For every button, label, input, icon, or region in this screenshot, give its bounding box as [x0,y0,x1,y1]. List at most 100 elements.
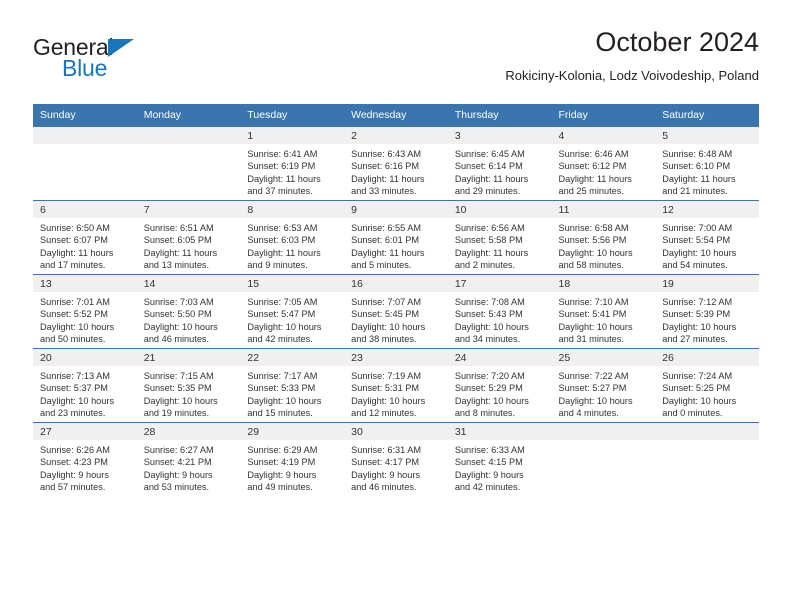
day-number [551,423,656,440]
day-cell-empty [33,126,137,201]
day-cell[interactable]: 19 Sunrise: 7:12 AM Sunset: 5:39 PM Dayligh… [655,274,759,349]
day-cell[interactable]: 14 Sunrise: 7:03 AM Sunset: 5:50 PM Dayligh… [136,274,241,349]
sunrise-text: Sunrise: 7:19 AM [351,371,422,381]
day-details: Sunrise: 7:20 AM Sunset: 5:29 PM Daylight:… [448,366,552,420]
daylight-text: Daylight: 11 hours [351,247,425,258]
daylight-text: Daylight: 9 hours [351,469,421,480]
sunset-text: Sunset: 5:56 PM [558,235,627,246]
day-number: 1 [240,127,345,144]
sunset-text: Sunset: 4:21 PM [143,457,212,468]
sunrise-text: Sunrise: 6:27 AM [143,445,214,455]
daylight-text: Daylight: 10 hours [247,321,322,332]
day-details: Sunrise: 7:07 AM Sunset: 5:45 PM Daylight:… [344,292,448,346]
day-details: Sunrise: 6:56 AM Sunset: 5:58 PM Daylight:… [448,218,552,272]
day-cell[interactable]: 2 Sunrise: 6:43 AM Sunset: 6:16 PM Daylight… [344,126,448,201]
daylight-text: Daylight: 11 hours [351,173,425,184]
day-cell[interactable]: 26 Sunrise: 7:24 AM Sunset: 5:25 PM Dayligh… [655,348,759,423]
daylight-text-cont: and 4 minutes. [558,408,619,419]
day-cell[interactable]: 15 Sunrise: 7:05 AM Sunset: 5:47 PM Dayligh… [240,274,345,349]
day-cell[interactable]: 9 Sunrise: 6:55 AM Sunset: 6:01 PM Daylight… [344,200,448,275]
daylight-text: Daylight: 9 hours [143,469,213,480]
daylight-text-cont: and 54 minutes. [662,260,728,271]
day-cell[interactable]: 5 Sunrise: 6:48 AM Sunset: 6:10 PM Daylight… [655,126,759,201]
sunset-text: Sunset: 5:35 PM [143,383,212,394]
day-number: 31 [447,423,552,440]
generalblue-logo[interactable]: General Blue [33,34,253,90]
daylight-text-cont: and 25 minutes. [558,186,624,197]
day-number: 30 [344,423,448,440]
daylight-text-cont: and 8 minutes. [454,408,516,419]
day-details [552,440,656,444]
sunset-text: Sunset: 6:12 PM [558,161,627,172]
day-number: 12 [655,201,759,218]
daylight-text-cont: and 42 minutes. [247,334,313,345]
sunset-text: Sunset: 5:52 PM [40,309,108,320]
day-cell[interactable]: 17 Sunrise: 7:08 AM Sunset: 5:43 PM Dayligh… [447,274,552,349]
daylight-text-cont: and 0 minutes. [662,408,723,419]
day-cell[interactable]: 30 Sunrise: 6:31 AM Sunset: 4:17 PM Dayligh… [344,422,448,496]
page-title: October 2024 [595,27,759,57]
daylight-text: Daylight: 10 hours [351,395,426,406]
day-cell[interactable]: 6 Sunrise: 6:50 AM Sunset: 6:07 PM Daylight… [33,200,137,275]
daylight-text-cont: and 2 minutes. [454,260,516,271]
day-cell[interactable]: 1 Sunrise: 6:41 AM Sunset: 6:19 PM Daylight… [240,126,345,201]
sunset-text: Sunset: 5:45 PM [351,309,420,320]
sunset-text: Sunset: 6:16 PM [351,161,420,172]
sunset-text: Sunset: 6:01 PM [351,235,420,246]
week-row: 20 Sunrise: 7:13 AM Sunset: 5:37 PM Dayligh… [33,348,759,423]
sunrise-text: Sunrise: 6:26 AM [40,445,110,455]
day-cell[interactable]: 13 Sunrise: 7:01 AM Sunset: 5:52 PM Dayligh… [33,274,137,349]
day-cell[interactable]: 11 Sunrise: 6:58 AM Sunset: 5:56 PM Dayligh… [551,200,656,275]
day-details: Sunrise: 7:17 AM Sunset: 5:33 PM Daylight:… [240,366,344,420]
day-details: Sunrise: 7:10 AM Sunset: 5:41 PM Daylight:… [552,292,656,346]
sunset-text: Sunset: 5:31 PM [351,383,420,394]
sunrise-text: Sunrise: 6:51 AM [143,223,214,233]
day-number: 4 [551,127,656,144]
sunrise-text: Sunrise: 6:33 AM [454,445,525,455]
day-cell[interactable]: 28 Sunrise: 6:27 AM Sunset: 4:21 PM Dayligh… [136,422,241,496]
daylight-text-cont: and 13 minutes. [143,260,210,271]
sunset-text: Sunset: 4:15 PM [454,457,523,468]
day-details: Sunrise: 6:33 AM Sunset: 4:15 PM Daylight:… [448,440,552,494]
day-cell[interactable]: 23 Sunrise: 7:19 AM Sunset: 5:31 PM Dayligh… [344,348,448,423]
day-details: Sunrise: 6:58 AM Sunset: 5:56 PM Daylight:… [552,218,656,272]
day-cell[interactable]: 21 Sunrise: 7:15 AM Sunset: 5:35 PM Dayligh… [136,348,241,423]
daylight-text: Daylight: 10 hours [454,321,529,332]
sunrise-text: Sunrise: 7:07 AM [351,297,422,307]
sunset-text: Sunset: 5:54 PM [662,235,731,246]
day-cell[interactable]: 29 Sunrise: 6:29 AM Sunset: 4:19 PM Dayligh… [240,422,345,496]
day-cell[interactable]: 24 Sunrise: 7:20 AM Sunset: 5:29 PM Dayligh… [447,348,552,423]
sunset-text: Sunset: 5:50 PM [143,309,212,320]
sunrise-text: Sunrise: 7:17 AM [247,371,318,381]
sunset-text: Sunset: 5:33 PM [247,383,316,394]
daylight-text-cont: and 9 minutes. [247,260,308,271]
sunrise-text: Sunrise: 6:43 AM [351,149,422,159]
day-cell[interactable]: 10 Sunrise: 6:56 AM Sunset: 5:58 PM Dayligh… [447,200,552,275]
day-cell[interactable]: 27 Sunrise: 6:26 AM Sunset: 4:23 PM Dayligh… [33,422,137,496]
daylight-text-cont: and 33 minutes. [351,186,417,197]
sunrise-text: Sunrise: 6:45 AM [454,149,525,159]
day-cell[interactable]: 7 Sunrise: 6:51 AM Sunset: 6:05 PM Daylight… [136,200,241,275]
day-number: 29 [240,423,345,440]
day-details [655,440,759,444]
sunrise-text: Sunrise: 7:01 AM [40,297,110,307]
sunrise-text: Sunrise: 6:29 AM [247,445,318,455]
daylight-text: Daylight: 11 hours [143,247,218,258]
daylight-text: Daylight: 11 hours [247,247,321,258]
day-cell[interactable]: 16 Sunrise: 7:07 AM Sunset: 5:45 PM Dayligh… [344,274,448,349]
day-number: 6 [33,201,137,218]
day-cell[interactable]: 20 Sunrise: 7:13 AM Sunset: 5:37 PM Dayligh… [33,348,137,423]
day-cell[interactable]: 18 Sunrise: 7:10 AM Sunset: 5:41 PM Dayligh… [551,274,656,349]
day-cell[interactable]: 12 Sunrise: 7:00 AM Sunset: 5:54 PM Dayligh… [655,200,759,275]
day-cell[interactable]: 22 Sunrise: 7:17 AM Sunset: 5:33 PM Dayligh… [240,348,345,423]
day-cell[interactable]: 3 Sunrise: 6:45 AM Sunset: 6:14 PM Daylight… [447,126,552,201]
sunset-text: Sunset: 5:29 PM [454,383,523,394]
day-cell[interactable]: 25 Sunrise: 7:22 AM Sunset: 5:27 PM Dayligh… [551,348,656,423]
sunrise-text: Sunrise: 7:10 AM [558,297,629,307]
day-cell[interactable]: 4 Sunrise: 6:46 AM Sunset: 6:12 PM Daylight… [551,126,656,201]
daylight-text-cont: and 21 minutes. [662,186,728,197]
day-number: 14 [136,275,241,292]
day-details: Sunrise: 7:03 AM Sunset: 5:50 PM Daylight:… [137,292,241,346]
day-cell[interactable]: 31 Sunrise: 6:33 AM Sunset: 4:15 PM Dayligh… [447,422,552,496]
day-cell[interactable]: 8 Sunrise: 6:53 AM Sunset: 6:03 PM Daylight… [240,200,345,275]
